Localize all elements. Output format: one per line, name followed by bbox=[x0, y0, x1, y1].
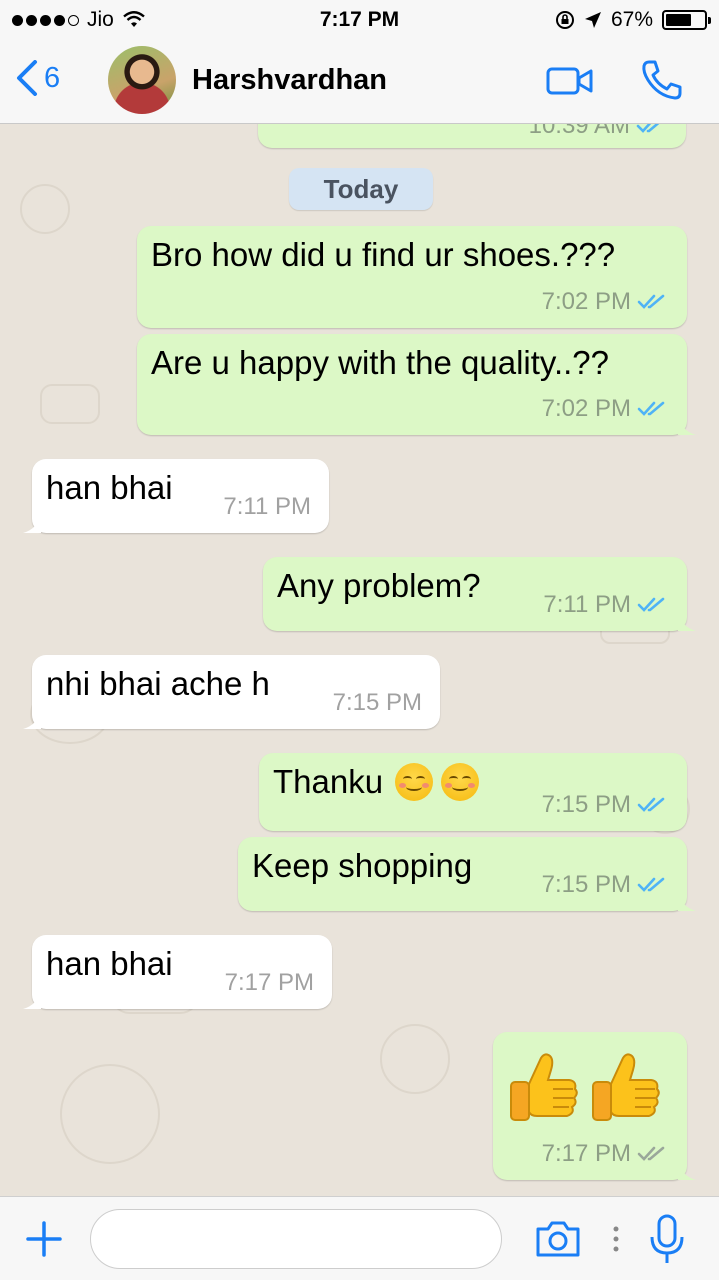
chat-header: 6 Harshvardhan bbox=[0, 40, 719, 124]
contact-avatar[interactable] bbox=[108, 46, 176, 114]
message-bubble-incoming[interactable]: nhi bhai ache h 7:15 PM bbox=[23, 655, 440, 729]
message-meta: 7:02 PM bbox=[542, 288, 669, 316]
message-bubble-outgoing[interactable]: Bro how did u find ur shoes.??? 7:02 PM bbox=[137, 226, 687, 328]
battery-level bbox=[666, 14, 691, 26]
unread-count: 6 bbox=[44, 61, 61, 94]
message-input-bar bbox=[0, 1196, 719, 1280]
message-time: 7:02 PM bbox=[541, 395, 631, 422]
message-time: 10:39 AM bbox=[528, 124, 630, 139]
message-meta: 7:15 PM bbox=[542, 791, 669, 819]
video-call-icon[interactable] bbox=[546, 66, 594, 96]
delivered-receipt-icon bbox=[637, 1146, 665, 1161]
microphone-icon[interactable] bbox=[648, 1213, 686, 1267]
bubble-tail bbox=[678, 417, 696, 435]
message-meta: 7:17 PM bbox=[225, 969, 314, 997]
battery-icon bbox=[662, 10, 711, 30]
message-bubble-outgoing[interactable]: Any problem? 7:11 PM bbox=[263, 557, 696, 631]
back-button[interactable]: 6 bbox=[16, 60, 60, 96]
bubble-tail bbox=[23, 991, 41, 1009]
message-time: 7:15 PM bbox=[541, 871, 631, 898]
thumbs-up-emoji bbox=[510, 1053, 578, 1121]
bubble-tail bbox=[23, 515, 41, 533]
thumbs-up-emoji bbox=[592, 1053, 660, 1121]
rotation-lock-icon bbox=[555, 11, 574, 29]
status-bar: Jio 7:17 PM 67% bbox=[0, 0, 719, 40]
message-meta: 7:15 PM bbox=[542, 871, 669, 899]
read-receipt-icon bbox=[637, 797, 665, 812]
message-time: 7:11 PM bbox=[223, 493, 311, 520]
bubble-tail bbox=[23, 711, 41, 729]
message-bubble-incoming[interactable]: han bhai 7:17 PM bbox=[23, 935, 332, 1009]
message-text: Any problem? bbox=[277, 567, 481, 604]
message-text: han bhai bbox=[46, 945, 173, 982]
location-arrow-icon bbox=[584, 12, 601, 28]
phone-call-icon[interactable] bbox=[640, 58, 684, 102]
read-receipt-icon bbox=[637, 597, 665, 612]
bubble-tail bbox=[678, 1162, 696, 1180]
contact-name[interactable]: Harshvardhan bbox=[192, 64, 387, 97]
read-receipt-icon bbox=[637, 401, 665, 416]
chat-area[interactable]: 10:39 AM Today Bro how did u find ur sho… bbox=[0, 124, 719, 1196]
message-input[interactable] bbox=[90, 1209, 502, 1269]
message-time: 7:11 PM bbox=[543, 591, 631, 618]
message-meta: 7:17 PM bbox=[542, 1140, 669, 1168]
message-emoji bbox=[507, 1050, 663, 1128]
bubble-tail bbox=[678, 893, 696, 911]
wallpaper-doodle bbox=[60, 1064, 160, 1164]
date-separator: Today bbox=[289, 168, 433, 210]
back-chevron-icon bbox=[17, 60, 37, 96]
message-text: Bro how did u find ur shoes.??? bbox=[151, 236, 616, 273]
message-bubble-outgoing[interactable]: Thanku 7:15 PM bbox=[259, 753, 687, 831]
message-text: Are u happy with the quality..?? bbox=[151, 344, 610, 381]
plus-icon[interactable] bbox=[24, 1219, 64, 1259]
status-right: 67% bbox=[555, 8, 711, 32]
message-text: nhi bhai ache h bbox=[46, 665, 270, 702]
read-receipt-icon bbox=[636, 124, 660, 133]
message-bubble-outgoing[interactable]: Are u happy with the quality..?? 7:02 PM bbox=[137, 334, 696, 435]
message-meta: 7:11 PM bbox=[543, 591, 669, 619]
message-bubble-outgoing[interactable]: 7:17 PM bbox=[493, 1032, 696, 1180]
wallpaper-doodle bbox=[20, 184, 70, 234]
bubble-tail bbox=[678, 613, 696, 631]
message-content: Thanku bbox=[273, 763, 480, 801]
message-time: 7:02 PM bbox=[541, 288, 631, 315]
message-text: Keep shopping bbox=[252, 847, 473, 884]
read-receipt-icon bbox=[637, 294, 665, 309]
smiling-face-emoji bbox=[441, 763, 480, 801]
message-time: 7:17 PM bbox=[541, 1140, 631, 1167]
message-bubble-outgoing[interactable]: Keep shopping 7:15 PM bbox=[238, 837, 696, 911]
battery-percent: 67% bbox=[610, 8, 653, 31]
message-text: Thanku bbox=[273, 763, 384, 800]
wallpaper-doodle bbox=[40, 384, 100, 424]
message-meta: 7:11 PM bbox=[223, 493, 311, 521]
message-time: 7:15 PM bbox=[332, 689, 422, 716]
smiling-face-emoji bbox=[395, 763, 434, 801]
message-bubble-previous[interactable]: 10:39 AM bbox=[258, 124, 686, 148]
message-bubble-incoming[interactable]: han bhai 7:11 PM bbox=[23, 459, 329, 533]
read-receipt-icon bbox=[637, 877, 665, 892]
more-dots-icon bbox=[613, 1226, 619, 1252]
wallpaper-doodle bbox=[380, 1024, 450, 1094]
message-time: 7:15 PM bbox=[541, 791, 631, 818]
message-meta: 7:02 PM bbox=[542, 395, 669, 423]
message-time: 7:17 PM bbox=[224, 969, 314, 996]
message-text: han bhai bbox=[46, 469, 173, 506]
message-meta: 7:15 PM bbox=[333, 689, 422, 717]
message-meta: 10:39 AM bbox=[529, 124, 668, 140]
camera-icon[interactable] bbox=[534, 1219, 582, 1259]
